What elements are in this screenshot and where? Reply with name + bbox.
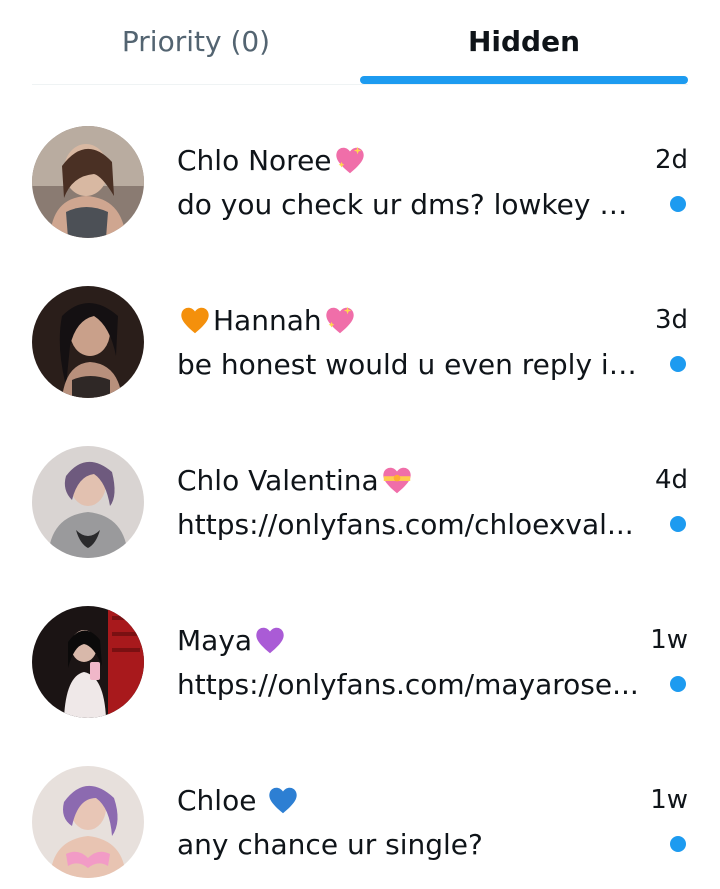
conversation-list: Chlo Noree 2d do you check ur dms? lowke… [0,86,720,886]
conversation-name-line: Chloe [177,778,301,822]
avatar-image [32,286,144,398]
avatar-image [32,766,144,878]
conversation-name: Chlo Noree [177,143,332,177]
message-preview: https://onlyfans.com/chloexval... [177,507,634,541]
conversation-name-line: Maya [177,618,288,662]
orange-heart-icon [178,303,212,337]
tab-hidden[interactable]: Hidden [360,0,688,82]
avatar-image [32,446,144,558]
avatar[interactable] [32,446,144,558]
conversation-name-line: Hannah [177,298,358,342]
conversation-name: Chloe [177,783,266,817]
avatar[interactable] [32,606,144,718]
tab-bar: Priority (0) Hidden [0,0,720,86]
conversation-name-line: Chlo Valentina [177,458,415,502]
message-preview: be honest would u even reply if ... [177,347,643,381]
conversation-item[interactable]: Chlo Noree 2d do you check ur dms? lowke… [0,86,720,246]
conversation-time: 3d [654,305,688,335]
conversation-time: 1w [650,625,688,655]
conversation-item[interactable]: Chlo Valentina 4d https://onlyfans.com/c… [0,406,720,566]
conversation-item[interactable]: Chloe 1w any chance ur single? [0,726,720,886]
unread-indicator [670,676,686,692]
avatar-image [32,126,144,238]
purple-heart-icon [253,623,287,657]
active-tab-indicator [360,76,688,84]
heart-with-ribbon-icon [380,463,414,497]
conversation-item[interactable]: Hannah 3d be honest would u even reply i… [0,246,720,406]
avatar[interactable] [32,766,144,878]
conversation-time: 2d [654,145,688,175]
blue-heart-icon [266,783,300,817]
unread-indicator [670,836,686,852]
unread-indicator [670,196,686,212]
conversation-time: 4d [654,465,688,495]
message-preview: https://onlyfans.com/mayarose... [177,667,639,701]
conversation-item[interactable]: Maya 1w https://onlyfans.com/mayarose... [0,566,720,726]
conversation-name: Chlo Valentina [177,463,379,497]
tab-priority[interactable]: Priority (0) [32,0,360,82]
tab-divider [32,84,688,85]
conversation-name-line: Chlo Noree [177,138,368,182]
message-preview: any chance ur single? [177,827,483,861]
sparkling-heart-icon [333,143,367,177]
sparkling-heart-icon [323,303,357,337]
avatar[interactable] [32,126,144,238]
unread-indicator [670,516,686,532]
message-preview: do you check ur dms? lowkey w... [177,187,643,221]
avatar-image [32,606,144,718]
unread-indicator [670,356,686,372]
conversation-name: Hannah [213,303,322,337]
conversation-time: 1w [650,785,688,815]
avatar[interactable] [32,286,144,398]
conversation-name: Maya [177,623,253,657]
